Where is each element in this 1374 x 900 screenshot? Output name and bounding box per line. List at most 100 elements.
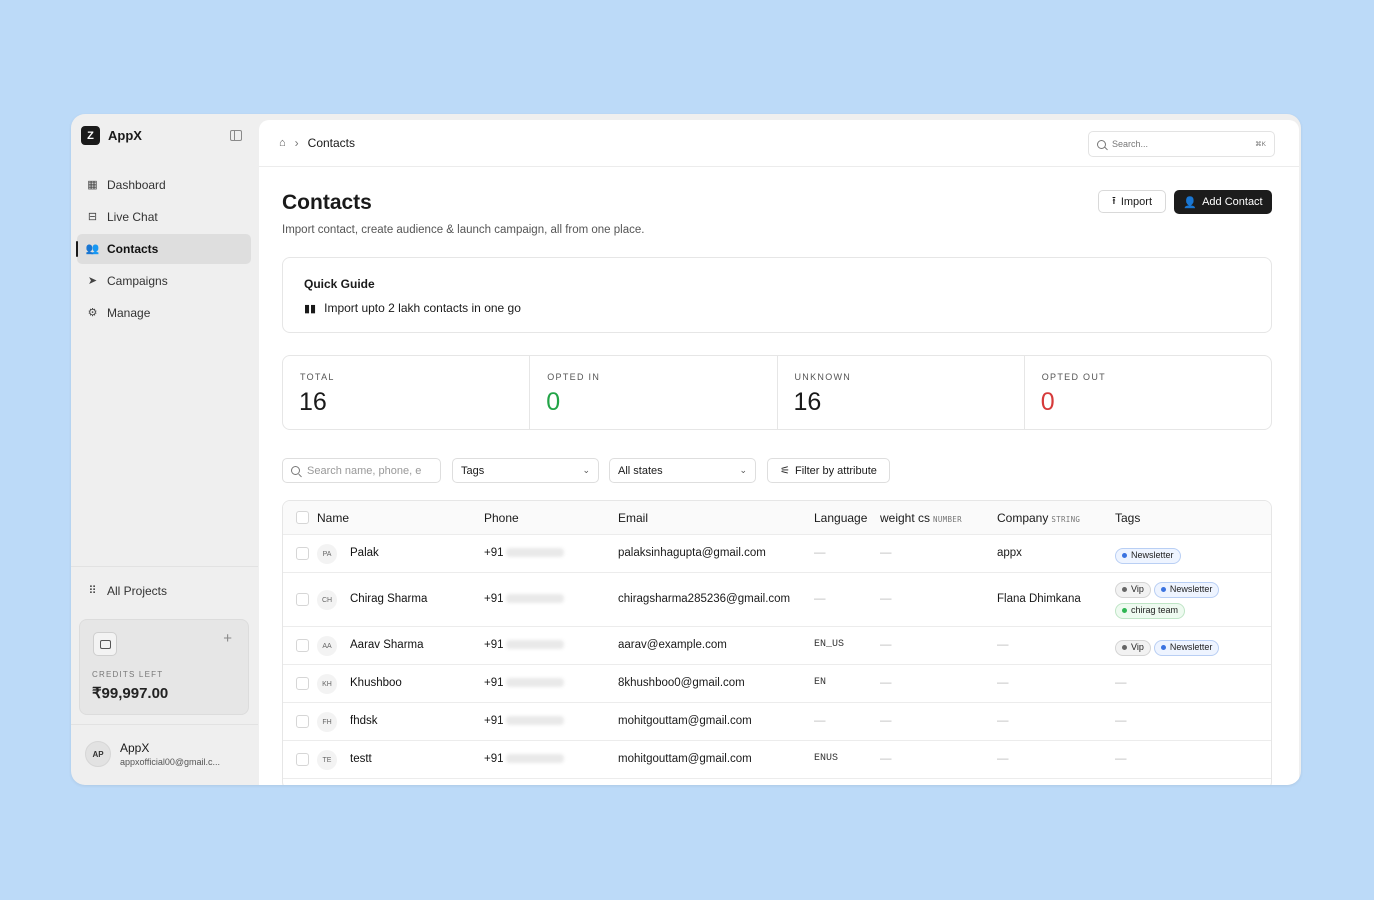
- breadcrumb-current: Contacts: [307, 136, 356, 150]
- page-subtitle: Import contact, create audience & launch…: [282, 224, 645, 236]
- user-plus-icon: 👤: [1183, 196, 1198, 209]
- contact-search-input[interactable]: Search name, phone, e: [282, 458, 441, 483]
- column-weight[interactable]: weight cs NUMBER: [880, 511, 962, 525]
- column-phone[interactable]: Phone: [484, 511, 519, 525]
- contact-phone: +91: [484, 593, 564, 605]
- home-icon[interactable]: ⌂: [279, 137, 286, 149]
- shortcut-hint: ⌘K: [1255, 141, 1266, 148]
- contact-tags: Newsletter: [1115, 545, 1265, 566]
- row-checkbox[interactable]: [296, 547, 309, 560]
- all-projects-label: All Projects: [107, 584, 168, 598]
- column-tags[interactable]: Tags: [1115, 511, 1140, 525]
- collapse-sidebar-icon[interactable]: [230, 130, 242, 141]
- user-profile[interactable]: AP AppX appxofficial00@gmail.c...: [85, 741, 220, 767]
- contact-email: aarav@example.com: [618, 639, 727, 651]
- contact-company: —: [997, 677, 1009, 689]
- all-projects-link[interactable]: ⠿ All Projects: [87, 584, 167, 598]
- contact-tags: Vip Newsletter: [1115, 637, 1265, 658]
- table-row[interactable]: CH Chirag Sharma chiragsharma285236@gmail.…: [283, 573, 1271, 627]
- table-row[interactable]: AA Aarav Sharma aarav@example.com EN_US — — +9…: [283, 627, 1271, 665]
- column-email[interactable]: Email: [618, 511, 648, 525]
- row-checkbox[interactable]: [296, 639, 309, 652]
- phone-redacted: [505, 594, 564, 604]
- column-name[interactable]: Name: [317, 511, 349, 525]
- contact-tags: —: [1115, 715, 1127, 727]
- stat-label: TOTAL: [300, 372, 335, 382]
- add-credits-button[interactable]: +: [223, 630, 232, 647]
- gear-icon: ⚙: [87, 306, 98, 319]
- brand[interactable]: Z AppX: [81, 126, 142, 145]
- contact-company: —: [997, 639, 1009, 651]
- table-header: Name Phone Email Language weight cs NUMBE…: [283, 501, 1271, 535]
- breadcrumb: ⌂ › Contacts: [279, 136, 355, 150]
- table-row[interactable]: KH Khushboo 8khushboo0@gmail.com EN — — +91 —: [283, 665, 1271, 703]
- avatar: TE: [317, 750, 337, 770]
- import-button[interactable]: ⭱ Import: [1098, 190, 1166, 213]
- contact-name: Khushboo: [350, 677, 402, 689]
- row-checkbox[interactable]: [296, 593, 309, 606]
- table-row[interactable]: FH fhdsk mohitgouttam@gmail.com — — — +91 —: [283, 703, 1271, 741]
- breadcrumb-separator: ›: [294, 136, 299, 150]
- phone-prefix: +91: [484, 753, 504, 765]
- quick-guide-item[interactable]: ▮▮ Import upto 2 lakh contacts in one go: [304, 301, 521, 315]
- search-icon: [1097, 139, 1106, 149]
- add-contact-button[interactable]: 👤 Add Contact: [1174, 190, 1272, 214]
- dashboard-icon: ▦: [87, 178, 98, 191]
- sidebar-item-manage[interactable]: ⚙ Manage: [77, 298, 251, 328]
- states-select[interactable]: All states ⌄: [609, 458, 756, 483]
- phone-redacted: [505, 716, 564, 726]
- stat-card-opted-in: OPTED IN 0: [530, 356, 778, 429]
- send-icon: ➤: [87, 274, 98, 287]
- contact-tags: —: [1115, 753, 1127, 765]
- tag-badge[interactable]: Vip: [1115, 581, 1151, 598]
- column-language[interactable]: Language: [814, 511, 867, 525]
- tag-badge[interactable]: Newsletter: [1153, 639, 1220, 656]
- contact-weight: —: [880, 593, 892, 605]
- filter-by-attribute-button[interactable]: ⚟ Filter by attribute: [767, 458, 890, 483]
- sidebar-item-dashboard[interactable]: ▦ Dashboard: [77, 170, 251, 200]
- sidebar-item-label: Campaigns: [107, 274, 168, 288]
- row-checkbox[interactable]: [296, 677, 309, 690]
- sidebar-item-live-chat[interactable]: ⊟ Live Chat: [77, 202, 251, 232]
- sidebar-item-contacts[interactable]: 👥 Contacts: [76, 234, 251, 264]
- contact-language: —: [814, 547, 826, 559]
- grid-icon: ⠿: [88, 584, 97, 597]
- tag-badge[interactable]: Vip: [1115, 639, 1151, 656]
- avatar: FH: [317, 712, 337, 732]
- sidebar-item-label: Manage: [107, 306, 151, 320]
- topbar: ⌂ › Contacts Search... ⌘K: [259, 120, 1299, 167]
- credits-label: CREDITS LEFT: [92, 670, 164, 679]
- table-row[interactable]: PA Palak palaksinhagupta@gmail.com — — appx +9…: [283, 535, 1271, 573]
- sidebar-nav: ▦ Dashboard ⊟ Live Chat 👥 Contacts ➤ Campaigns ⚙…: [76, 170, 251, 330]
- tags-select[interactable]: Tags ⌄: [452, 458, 599, 483]
- contact-email: palaksinhagupta@gmail.com: [618, 547, 766, 559]
- sidebar-item-campaigns[interactable]: ➤ Campaigns: [77, 266, 251, 296]
- sidebar: Z AppX ▦ Dashboard ⊟ Live Chat 👥 Contacts ➤ Cam…: [71, 114, 258, 785]
- row-checkbox[interactable]: [296, 715, 309, 728]
- sidebar-item-label: Contacts: [107, 242, 159, 256]
- filter-icon: ⚟: [780, 465, 790, 477]
- states-select-value: All states: [618, 464, 663, 477]
- stat-card-unknown: UNKNOWN 16: [778, 356, 1025, 429]
- divider: [71, 566, 258, 567]
- stat-value: 0: [546, 388, 561, 416]
- global-search-input[interactable]: Search... ⌘K: [1088, 131, 1275, 157]
- contact-search-placeholder: Search name, phone, e: [307, 464, 422, 477]
- stat-card-total: TOTAL 16: [283, 356, 531, 429]
- tag-badge[interactable]: chirag team: [1115, 602, 1186, 619]
- tag-badge[interactable]: Newsletter: [1153, 581, 1220, 598]
- stat-label: OPTED OUT: [1041, 372, 1106, 382]
- users-icon: 👥: [85, 242, 100, 255]
- contact-phone: +91: [484, 547, 564, 559]
- phone-redacted: [505, 640, 564, 650]
- user-name: AppX: [120, 741, 150, 755]
- row-checkbox[interactable]: [296, 753, 309, 766]
- avatar: CH: [317, 590, 337, 610]
- column-company[interactable]: Company STRING: [997, 511, 1080, 525]
- tag-badge[interactable]: Newsletter: [1115, 547, 1181, 564]
- table-row[interactable]: TE testt mohitgouttam@gmail.com ENUS — — +91 —: [283, 741, 1271, 779]
- select-all-checkbox[interactable]: [296, 511, 309, 524]
- sidebar-item-label: Live Chat: [107, 210, 158, 224]
- quick-guide-item-label: Import upto 2 lakh contacts in one go: [324, 301, 521, 315]
- stat-value: 0: [1040, 388, 1055, 416]
